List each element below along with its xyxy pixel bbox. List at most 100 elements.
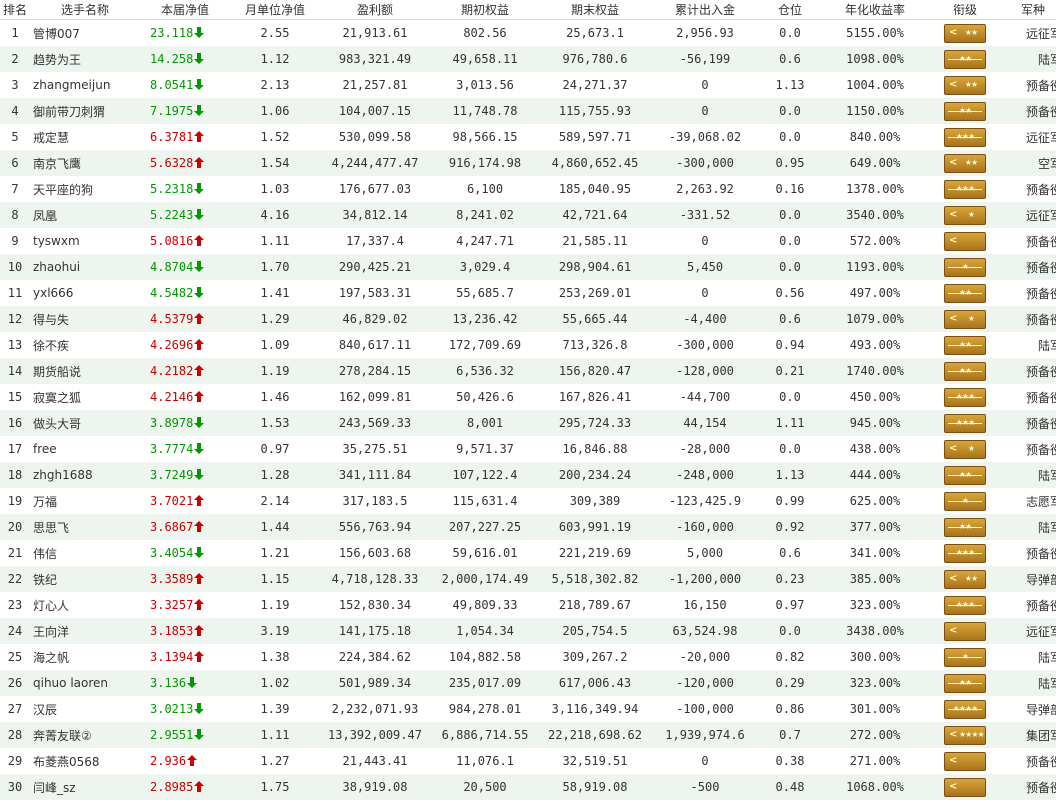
player-name-link[interactable]: 海之帆 [30, 644, 140, 670]
monthly-nav-cell: 1.70 [230, 254, 320, 280]
table-row: 21 伟信 3.4054 1.21 156,603.68 59,616.01 2… [0, 540, 1056, 566]
table-row: 25 海之帆 3.1394 1.38 224,384.62 104,882.58… [0, 644, 1056, 670]
table-row: 20 思思飞 3.6867 1.44 556,763.94 207,227.25… [0, 514, 1056, 540]
annual-return-cell: 323.00% [820, 670, 930, 696]
player-name-link[interactable]: 得与失 [30, 306, 140, 332]
player-name-link[interactable]: 趋势为王 [30, 46, 140, 72]
position-cell: 0.21 [760, 358, 820, 384]
rank-cell: 29 [0, 748, 30, 774]
arrow-up-icon [194, 651, 204, 662]
table-row: 6 南京飞鹰 5.6328 1.54 4,244,477.47 916,174.… [0, 150, 1056, 176]
insignia-cell: ★★ [930, 670, 1000, 696]
start-equity-cell: 6,536.32 [430, 358, 540, 384]
player-name-link[interactable]: 天平座的狗 [30, 176, 140, 202]
player-name-link[interactable]: 布菱燕0568 [30, 748, 140, 774]
header-nav: 本届净值 [140, 0, 230, 20]
insignia-cell: <★★ [930, 566, 1000, 592]
net-flow-cell: -300,000 [650, 332, 760, 358]
player-name-link[interactable]: 寂寞之狐 [30, 384, 140, 410]
player-name-link[interactable]: 闫峰_sz [30, 774, 140, 800]
insignia-cell: ★★ [930, 98, 1000, 124]
end-equity-cell: 55,665.44 [540, 306, 650, 332]
position-cell: 0.99 [760, 488, 820, 514]
annual-return-cell: 1079.00% [820, 306, 930, 332]
player-name-link[interactable]: zhangmeijun [30, 72, 140, 98]
table-row: 30 闫峰_sz 2.8985 1.75 38,919.08 20,500 58… [0, 774, 1056, 800]
header-position: 仓位 [760, 0, 820, 20]
player-name-link[interactable]: 徐不疾 [30, 332, 140, 358]
branch-cell: 陆军 [1000, 46, 1056, 72]
end-equity-cell: 205,754.5 [540, 618, 650, 644]
player-name-link[interactable]: 御前带刀刺猬 [30, 98, 140, 124]
start-equity-cell: 9,571.37 [430, 436, 540, 462]
position-cell: 0.0 [760, 98, 820, 124]
player-name-link[interactable]: 管博007 [30, 20, 140, 47]
player-name-link[interactable]: 万福 [30, 488, 140, 514]
end-equity-cell: 21,585.11 [540, 228, 650, 254]
profit-cell: 176,677.03 [320, 176, 430, 202]
insignia-cell: ★★★ [930, 176, 1000, 202]
player-name-link[interactable]: 灯心人 [30, 592, 140, 618]
arrow-down-icon [194, 105, 204, 116]
rank-cell: 24 [0, 618, 30, 644]
table-row: 8 凤凰 5.2243 4.16 34,812.14 8,241.02 42,7… [0, 202, 1056, 228]
profit-cell: 243,569.33 [320, 410, 430, 436]
header-annual: 年化收益率 [820, 0, 930, 20]
net-flow-cell: 5,000 [650, 540, 760, 566]
player-name-link[interactable]: 铁纪 [30, 566, 140, 592]
player-name-link[interactable]: free [30, 436, 140, 462]
player-name-link[interactable]: zhgh1688 [30, 462, 140, 488]
branch-cell: 预备役 [1000, 748, 1056, 774]
monthly-nav-cell: 2.14 [230, 488, 320, 514]
annual-return-cell: 385.00% [820, 566, 930, 592]
start-equity-cell: 2,000,174.49 [430, 566, 540, 592]
nav-value: 3.1394 [150, 650, 193, 664]
arrow-up-icon [194, 131, 204, 142]
arrow-down-icon [194, 209, 204, 220]
player-name-link[interactable]: 期货船说 [30, 358, 140, 384]
player-name-link[interactable]: 汉辰 [30, 696, 140, 722]
rank-insignia-icon: ★★ [944, 284, 986, 303]
net-flow-cell: -500 [650, 774, 760, 800]
nav-value: 3.0213 [150, 702, 193, 716]
rank-cell: 16 [0, 410, 30, 436]
insignia-cell: <★★ [930, 72, 1000, 98]
position-cell: 0.38 [760, 748, 820, 774]
player-name-link[interactable]: 伟信 [30, 540, 140, 566]
player-name-link[interactable]: 奔菁友联② [30, 722, 140, 748]
player-name-link[interactable]: 南京飞鹰 [30, 150, 140, 176]
monthly-nav-cell: 1.44 [230, 514, 320, 540]
player-name-link[interactable]: 思思飞 [30, 514, 140, 540]
profit-cell: 35,275.51 [320, 436, 430, 462]
player-name-link[interactable]: yxl666 [30, 280, 140, 306]
branch-cell: 空军 [1000, 150, 1056, 176]
branch-cell: 预备役 [1000, 228, 1056, 254]
rank-insignia-icon: <★★★★ [944, 726, 986, 745]
net-flow-cell: 1,939,974.6 [650, 722, 760, 748]
player-name-link[interactable]: 戒定慧 [30, 124, 140, 150]
nav-cell: 3.8978 [140, 410, 230, 436]
net-flow-cell: 44,154 [650, 410, 760, 436]
player-name-link[interactable]: 做头大哥 [30, 410, 140, 436]
player-name-link[interactable]: tyswxm [30, 228, 140, 254]
header-row: 排名 选手名称 本届净值 月单位净值 盈利额 期初权益 期末权益 累计出入金 仓… [0, 0, 1056, 20]
table-row: 5 戒定慧 6.3781 1.52 530,099.58 98,566.15 5… [0, 124, 1056, 150]
start-equity-cell: 4,247.71 [430, 228, 540, 254]
player-name-link[interactable]: 凤凰 [30, 202, 140, 228]
start-equity-cell: 11,748.78 [430, 98, 540, 124]
profit-cell: 317,183.5 [320, 488, 430, 514]
profit-cell: 21,257.81 [320, 72, 430, 98]
end-equity-cell: 5,518,302.82 [540, 566, 650, 592]
player-name-link[interactable]: 王向洋 [30, 618, 140, 644]
player-name-link[interactable]: zhaohui [30, 254, 140, 280]
rank-insignia-icon: ★★★★ [944, 700, 986, 719]
monthly-nav-cell: 1.38 [230, 644, 320, 670]
end-equity-cell: 185,040.95 [540, 176, 650, 202]
end-equity-cell: 617,006.43 [540, 670, 650, 696]
monthly-nav-cell: 1.15 [230, 566, 320, 592]
net-flow-cell: 16,150 [650, 592, 760, 618]
net-flow-cell: -56,199 [650, 46, 760, 72]
player-name-link[interactable]: qihuo laoren [30, 670, 140, 696]
start-equity-cell: 172,709.69 [430, 332, 540, 358]
position-cell: 1.13 [760, 72, 820, 98]
